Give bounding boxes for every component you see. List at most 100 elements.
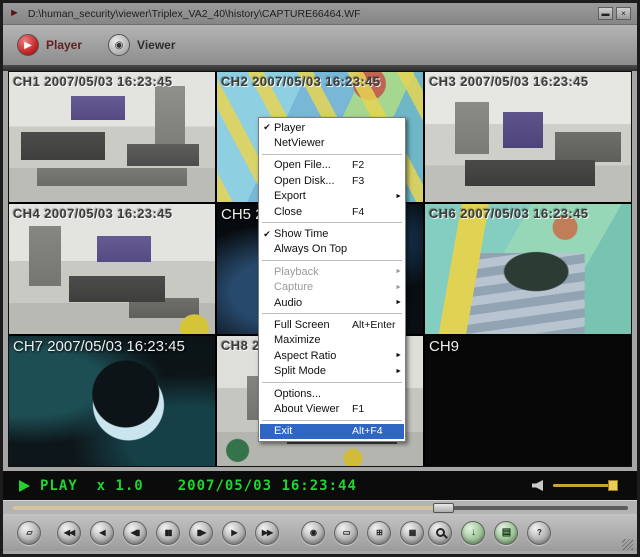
channel-ch3-label: CH3 2007/05/03 16:23:45 xyxy=(429,74,589,89)
resize-grip[interactable] xyxy=(622,539,633,550)
save-button[interactable]: ↓ xyxy=(461,520,485,545)
play-reverse-icon: ◀ xyxy=(99,527,105,537)
quad-split-button[interactable]: ⊞ xyxy=(367,520,391,545)
menu-item-aspect-ratio[interactable]: Aspect Ratio ► xyxy=(260,348,404,363)
nine-split-icon: ▦ xyxy=(408,527,417,537)
close-button[interactable]: × xyxy=(616,7,631,20)
app-window-frame: ► D:\human_security\viewer\Triplex_VA2_4… xyxy=(0,0,640,557)
submenu-arrow-icon: ► xyxy=(395,283,402,291)
fast-forward-button[interactable]: ▶▶ xyxy=(255,520,279,545)
channel-ch1-video[interactable]: CH1 2007/05/03 16:23:45 xyxy=(9,72,215,202)
pause-button[interactable]: ▮▮ xyxy=(156,520,180,545)
channel-ch3-video[interactable]: CH3 2007/05/03 16:23:45 xyxy=(425,72,631,202)
menu-item-exit[interactable]: Exit Alt+F4 xyxy=(260,423,404,440)
nine-split-button[interactable]: ▦ xyxy=(400,520,424,545)
help-icon: ? xyxy=(537,527,542,537)
context-menu: ✔ Player NetViewer Open File... F2 Open Disk.… xyxy=(258,117,406,443)
zoom-button[interactable] xyxy=(428,520,452,545)
channel-ch7-video[interactable]: CH7 2007/05/03 16:23:45 xyxy=(9,336,215,466)
step-forward-icon: ▮▶ xyxy=(196,527,207,537)
quad-split-icon: ⊞ xyxy=(376,527,383,537)
seek-fill xyxy=(12,505,444,510)
menu-item-open-file[interactable]: Open File... F2 xyxy=(260,158,404,173)
submenu-arrow-icon: ► xyxy=(395,299,402,307)
fast-forward-icon: ▶▶ xyxy=(261,527,273,537)
channel-ch4-video[interactable]: CH4 2007/05/03 16:23:45 xyxy=(9,204,215,334)
viewer-mode-label: Viewer xyxy=(137,38,176,52)
menu-separator xyxy=(262,153,402,155)
menu-separator xyxy=(262,313,402,315)
single-split-button[interactable]: ▭ xyxy=(334,520,358,545)
seek-bar[interactable] xyxy=(12,502,628,513)
submenu-arrow-icon: ► xyxy=(395,352,402,360)
playback-timestamp: 2007/05/03 16:23:44 xyxy=(177,477,357,494)
status-bar: PLAY x 1.0 2007/05/03 16:23:44 xyxy=(3,471,637,500)
player-mode-button[interactable]: ▶ Player xyxy=(17,34,82,56)
pause-icon: ▮▮ xyxy=(164,527,173,537)
checkmark-icon: ✔ xyxy=(263,122,271,133)
channel-ch4-label: CH4 2007/05/03 16:23:45 xyxy=(13,206,173,221)
menu-item-open-disk[interactable]: Open Disk... F3 xyxy=(260,173,404,188)
viewer-window: ► D:\human_security\viewer\Triplex_VA2_4… xyxy=(3,3,637,554)
single-split-icon: ▭ xyxy=(342,527,351,537)
menu-separator xyxy=(262,222,402,224)
menu-item-show-time[interactable]: ✔ Show Time xyxy=(260,226,404,241)
open-file-button[interactable]: ▱ xyxy=(17,520,41,545)
step-back-button[interactable]: ◀▮ xyxy=(123,520,147,545)
channel-ch9-video[interactable]: CH9 xyxy=(425,336,631,466)
menu-separator xyxy=(262,381,402,383)
capture-button[interactable]: ◉ xyxy=(301,520,325,545)
menu-item-split-mode[interactable]: Split Mode ► xyxy=(260,363,404,378)
volume-handle[interactable] xyxy=(607,480,618,491)
viewer-mode-button[interactable]: ◉ Viewer xyxy=(108,34,176,56)
help-button[interactable]: ? xyxy=(527,520,551,545)
minimize-button[interactable]: ▬ xyxy=(598,7,613,20)
submenu-arrow-icon: ► xyxy=(395,268,402,276)
menu-item-export[interactable]: Export ► xyxy=(260,189,404,204)
step-back-icon: ◀▮ xyxy=(130,527,141,537)
menu-item-full-screen[interactable]: Full Screen Alt+Enter xyxy=(260,317,404,332)
menu-item-playback[interactable]: Playback ► xyxy=(260,264,404,279)
menu-item-always-on-top[interactable]: Always On Top xyxy=(260,242,404,257)
menu-item-close[interactable]: Close F4 xyxy=(260,204,404,219)
submenu-arrow-icon: ► xyxy=(395,367,402,375)
channel-ch9-label: CH9 xyxy=(429,338,460,355)
checkmark-icon: ✔ xyxy=(263,228,271,239)
seek-row xyxy=(3,500,637,514)
seek-handle[interactable] xyxy=(433,502,455,513)
menu-separator xyxy=(262,419,402,421)
mode-toolbar: ▶ Player ◉ Viewer xyxy=(3,25,637,65)
play-button[interactable]: ▶ xyxy=(222,520,246,545)
channel-ch2-label: CH2 2007/05/03 16:23:45 xyxy=(221,74,381,89)
print-button[interactable]: ▤ xyxy=(494,520,518,545)
capture-icon: ◉ xyxy=(310,527,317,537)
menu-item-options[interactable]: Options... xyxy=(260,386,404,401)
channel-ch1-label: CH1 2007/05/03 16:23:45 xyxy=(13,74,173,89)
play-state-icon xyxy=(19,479,30,492)
player-icon: ▶ xyxy=(17,34,39,56)
rewind-icon: ◀◀ xyxy=(63,527,75,537)
title-bar: ► D:\human_security\viewer\Triplex_VA2_4… xyxy=(3,3,637,25)
menu-item-player[interactable]: ✔ Player xyxy=(260,120,404,135)
step-forward-button[interactable]: ▮▶ xyxy=(189,520,213,545)
open-file-icon: ▱ xyxy=(26,527,32,537)
volume-slider[interactable] xyxy=(553,480,618,491)
menu-item-about-viewer[interactable]: About Viewer F1 xyxy=(260,401,404,416)
play-reverse-button[interactable]: ◀ xyxy=(90,520,114,545)
menu-item-audio[interactable]: Audio ► xyxy=(260,295,404,310)
window-title: D:\human_security\viewer\Triplex_VA2_40\… xyxy=(27,7,361,20)
menu-item-maximize[interactable]: Maximize xyxy=(260,333,404,348)
save-icon: ↓ xyxy=(471,526,476,538)
submenu-arrow-icon: ► xyxy=(395,192,402,200)
volume-fill xyxy=(553,484,613,487)
menu-item-capture[interactable]: Capture ► xyxy=(260,280,404,295)
magnifier-icon xyxy=(435,528,445,537)
viewer-icon: ◉ xyxy=(108,34,131,56)
app-icon: ► xyxy=(9,7,20,19)
player-mode-label: Player xyxy=(46,38,83,52)
channel-ch6-video[interactable]: CH6 2007/05/03 16:23:45 xyxy=(425,204,631,334)
channel-ch7-label: CH7 2007/05/03 16:23:45 xyxy=(13,338,185,355)
menu-item-netviewer[interactable]: NetViewer xyxy=(260,135,404,150)
rewind-button[interactable]: ◀◀ xyxy=(57,520,81,545)
menu-separator xyxy=(262,260,402,262)
